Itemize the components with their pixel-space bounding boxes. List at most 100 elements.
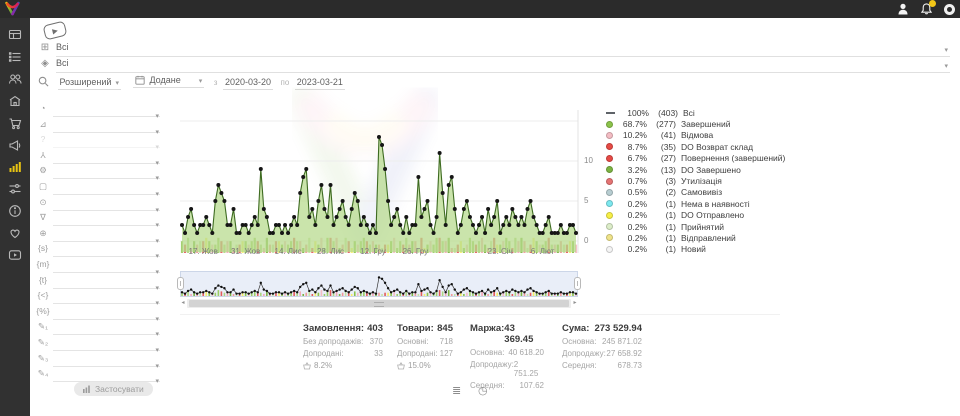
filter-select-globe[interactable] (53, 229, 160, 242)
legend-item[interactable]: 3.2%(13) DO Завершено (606, 164, 816, 175)
sidebar-item-orders-list[interactable] (0, 46, 30, 68)
main-sidebar (0, 18, 30, 416)
stat-column-3: Маржа:43 369.45Основна:40 618.20Допродаж… (470, 323, 544, 390)
sidebar-item-clients[interactable] (0, 68, 30, 90)
legend-item[interactable]: 0.2%(1)Нема в наявності (606, 198, 816, 209)
pipeline-filter-row: ⊞ Всі (38, 42, 952, 57)
stat-row: Без допродажів:370 (303, 337, 383, 346)
date-field-select[interactable]: Додане (133, 75, 204, 88)
legend-item[interactable]: 68.7%(277)Завершений (606, 118, 816, 129)
sidebar-item-settings-sliders[interactable] (0, 178, 30, 200)
legend-item[interactable]: 6.7%(27)Повернення (завершений) (606, 153, 816, 164)
notifications-bell-icon[interactable] (919, 2, 933, 16)
sphere-icon: ◔ (36, 103, 50, 113)
filter-row-utm-content: {<} (36, 290, 160, 304)
filter-row-package: ▢ (36, 181, 160, 195)
legend-item[interactable]: 0.2%(1)DO Отправлено (606, 210, 816, 221)
pencil-1-icon: ✎₁ (36, 321, 50, 332)
sidebar-item-store[interactable] (0, 90, 30, 112)
y-tick-label: 10 (584, 156, 600, 165)
y-tick-label: 5 (584, 196, 600, 205)
legend-percent: 68.7% (616, 119, 647, 129)
legend-count: (2) (647, 187, 676, 197)
filter-select-watcher[interactable] (53, 198, 160, 211)
scroll-left-arrow[interactable]: ◂ (179, 299, 187, 308)
sidebar-item-support[interactable] (0, 222, 30, 244)
legend-label: DO Завершено (681, 165, 741, 175)
legend-swatch (606, 223, 613, 230)
search-mode-select[interactable]: Розширений (58, 77, 121, 90)
legend-count: (1) (647, 222, 676, 232)
stat-header: Сума:273 529.94 (562, 323, 642, 334)
legend-item[interactable]: 0.7%(3)Утилізація (606, 175, 816, 186)
filter-select-sphere[interactable] (53, 104, 160, 117)
sidebar-item-announcements[interactable] (0, 134, 30, 156)
main-chart (180, 100, 580, 255)
date-from-input[interactable]: 2020-03-20 (223, 77, 273, 90)
scroll-right-arrow[interactable]: ▸ (571, 299, 579, 308)
pencil-3-icon: ✎₃ (36, 353, 50, 364)
legend-item[interactable]: 10.2%(41)Відмова (606, 130, 816, 141)
section-divider (180, 314, 780, 315)
filter-select-utm-campaign[interactable] (53, 307, 160, 320)
sidebar-item-dashboard[interactable] (0, 24, 30, 46)
pie-chart-icon[interactable]: ◷ (478, 384, 488, 397)
apply-button[interactable]: Застосувати (74, 382, 153, 396)
filter-select-signature[interactable] (53, 120, 160, 133)
date-from-label: з (214, 78, 218, 87)
legend-swatch (606, 178, 613, 185)
filter-select-utm-content[interactable] (53, 291, 160, 304)
filter-select-gear[interactable] (53, 166, 160, 179)
scrollbar-thumb[interactable] (189, 300, 569, 307)
filter-select-pencil-4[interactable] (53, 369, 160, 382)
legend-count: (13) (647, 165, 676, 175)
legend-item[interactable]: 0.5%(2)Самовивіз (606, 187, 816, 198)
legend-swatch (606, 200, 613, 207)
x-tick-label: 28. Лис (311, 247, 351, 256)
x-tick-label: 14. Лис (268, 247, 308, 256)
app-window: ▶ ⊞ Всі ◈ Всі Розширений (0, 0, 960, 416)
legend-percent: 0.5% (616, 187, 647, 197)
filter-select-pencil-2[interactable] (53, 338, 160, 351)
avatar[interactable] (942, 2, 956, 16)
user-icon[interactable] (896, 2, 910, 16)
filter-select-funnel[interactable] (53, 213, 160, 226)
filter-row-help: ? (36, 134, 160, 148)
date-field-value: Додане (149, 75, 180, 85)
brush-handle-left[interactable] (177, 277, 184, 290)
filter-select-pencil-1[interactable] (53, 322, 160, 335)
legend-item[interactable]: 0.2%(1)Прийнятий (606, 221, 816, 232)
sidebar-item-cart[interactable] (0, 112, 30, 134)
filter-row-signature: ⊿ (36, 119, 160, 133)
legend-percent: 3.2% (616, 165, 647, 175)
scrollbar-track[interactable] (187, 299, 571, 308)
top-app-bar (0, 0, 960, 18)
sidebar-item-statistics[interactable] (0, 156, 30, 178)
pipeline-icon: ⊞ (38, 42, 52, 53)
legend-item[interactable]: 8.7%(35)DO Возврат склад (606, 141, 816, 152)
filter-select-utm-term[interactable] (53, 276, 160, 289)
legend-label: Нема в наявності (681, 199, 750, 209)
brush-chart[interactable] (180, 271, 578, 297)
legend-swatch (606, 246, 613, 253)
legend-count: (3) (647, 176, 676, 186)
product-select[interactable]: Всі (56, 58, 950, 73)
legend-item[interactable]: 100%(403)Всі (606, 107, 816, 118)
brush-handle-right[interactable] (574, 277, 581, 290)
legend-percent: 0.7% (616, 176, 647, 186)
pipeline-select[interactable]: Всі (56, 42, 950, 57)
cart-icon (8, 116, 22, 130)
filter-select-utm-medium[interactable] (53, 260, 160, 273)
filter-row-pencil-3: ✎₃ (36, 353, 160, 367)
statistics-icon (8, 160, 22, 174)
filter-select-package[interactable] (53, 182, 160, 195)
legend-item[interactable]: 0.2%(1)Відправлений (606, 232, 816, 243)
filter-select-hierarchy[interactable] (53, 151, 160, 164)
filter-select-utm-source[interactable] (53, 244, 160, 257)
sidebar-item-video-tutorials[interactable] (0, 244, 30, 266)
chevron-down-icon (155, 370, 159, 388)
sidebar-item-info[interactable] (0, 200, 30, 222)
table-view-icon[interactable]: ≣ (452, 384, 461, 397)
legend-item[interactable]: 0.2%(1)Новий (606, 244, 816, 255)
filter-select-pencil-3[interactable] (53, 354, 160, 367)
